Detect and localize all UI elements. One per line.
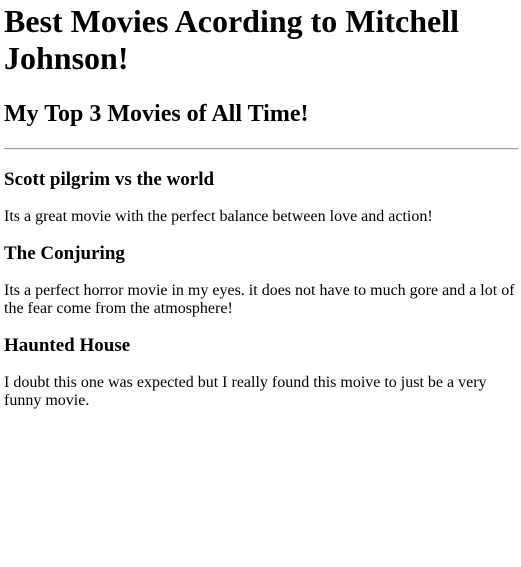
page-subtitle: My Top 3 Movies of All Time!: [4, 101, 309, 127]
divider: [4, 148, 518, 150]
movie-entry-scott-pilgrim: Scott pilgrim vs the world Its a great m…: [4, 169, 518, 226]
movie-title: Haunted House: [4, 335, 131, 356]
page-title: Best Movies Acording to Mitchell Johnson…: [4, 3, 460, 76]
page-content: Best Movies Acording to Mitchell Johnson…: [4, 0, 518, 410]
movie-entry-haunted-house: Haunted House I doubt this one was expec…: [4, 335, 518, 410]
movie-description: I doubt this one was expected but I real…: [4, 374, 487, 409]
movie-title: The Conjuring: [4, 243, 125, 264]
movie-description: Its a perfect horror movie in my eyes. i…: [4, 282, 515, 317]
movie-title: Scott pilgrim vs the world: [4, 169, 215, 190]
movie-entry-the-conjuring: The Conjuring Its a perfect horror movie…: [4, 243, 518, 318]
movie-description: Its a great movie with the perfect balan…: [4, 208, 433, 225]
